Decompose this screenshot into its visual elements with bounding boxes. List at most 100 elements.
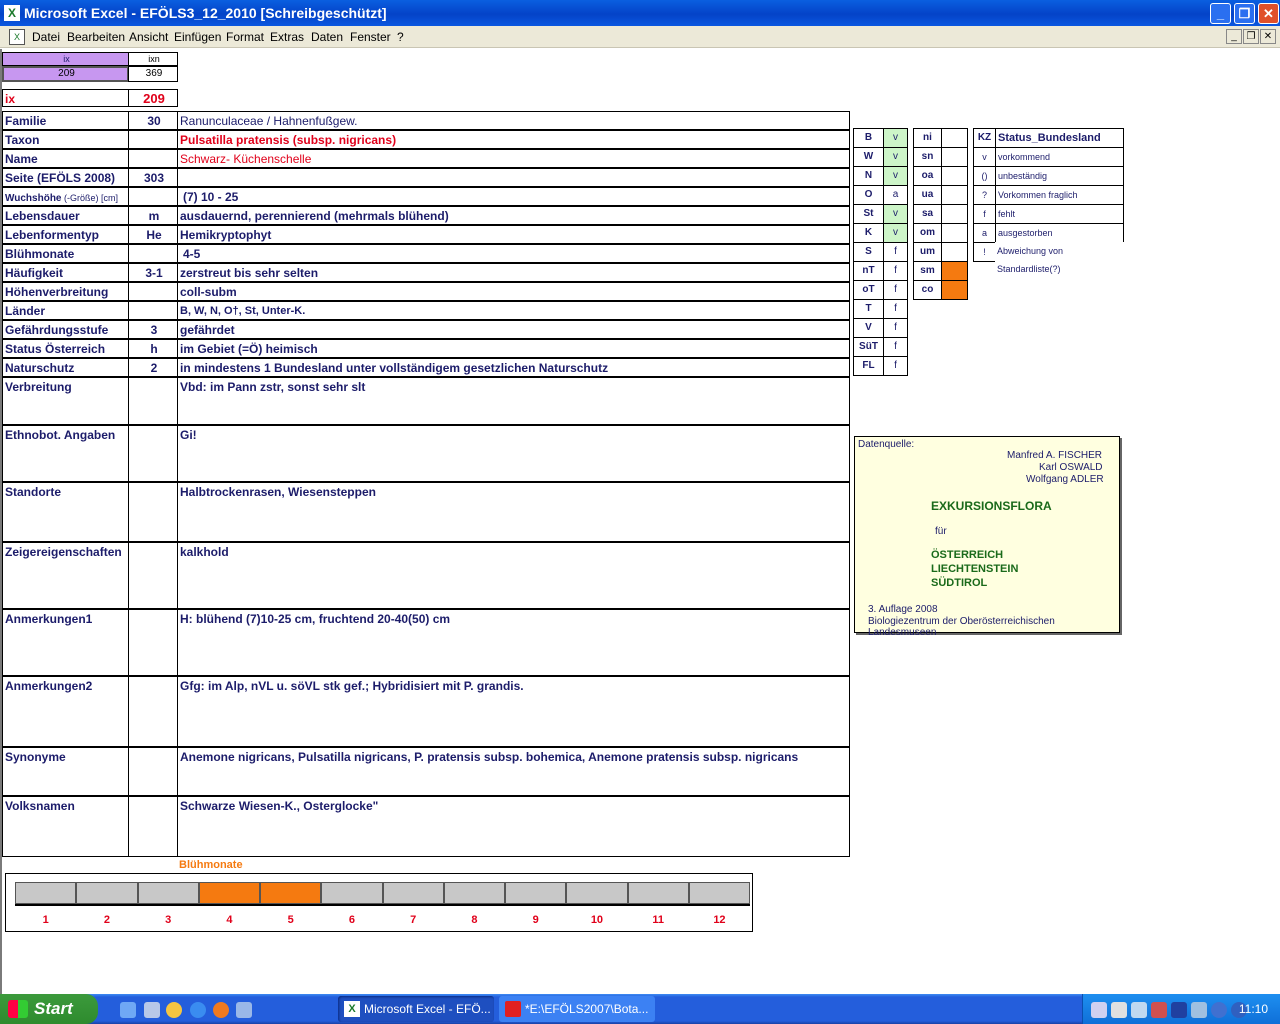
field-code [128, 282, 178, 301]
legend-kz: a [973, 223, 996, 243]
menu-ansicht[interactable]: Ansicht [129, 26, 168, 48]
doc-minimize-button[interactable]: _ [1226, 29, 1242, 44]
field-value [177, 168, 850, 187]
security-icon[interactable] [1151, 1002, 1167, 1018]
taskbar-item-explorer[interactable]: *E:\EFÖLS2007\Bota... [499, 996, 655, 1022]
author-3: Wolfgang ADLER [1026, 474, 1104, 485]
field-label: Anmerkungen2 [2, 676, 129, 747]
legend-kz: f [973, 204, 996, 224]
field-label-text: Anmerkungen1 [5, 612, 93, 626]
for-label: für [935, 526, 947, 537]
field-label: Höhenverbreitung [2, 282, 129, 301]
media-player-icon[interactable] [166, 1002, 182, 1018]
region-2: LIECHTENSTEIN [931, 563, 1019, 575]
state-code: S [853, 242, 884, 262]
menu-daten[interactable]: Daten [311, 26, 343, 48]
legend-text: vorkommend [995, 147, 1124, 167]
field-code: 3-1 [128, 263, 178, 282]
doc-close-button[interactable]: ✕ [1260, 29, 1276, 44]
menu-fenster[interactable]: Fenster [350, 26, 391, 48]
altitude-code: ni [913, 128, 942, 148]
field-label: Wuchshöhe (-Größe) [cm] [2, 187, 129, 206]
field-code [128, 676, 178, 747]
legend-kz-header: KZ [973, 128, 996, 148]
bloom-month-label: 11 [652, 914, 664, 926]
restore-button[interactable]: ❐ [1234, 3, 1255, 24]
field-label: Synonyme [2, 747, 129, 796]
state-status: v [883, 128, 908, 148]
bloom-title: Blühmonate [179, 859, 243, 871]
bloom-bar-month [15, 882, 77, 904]
field-label: Anmerkungen1 [2, 609, 129, 676]
field-code: 2 [128, 358, 178, 377]
taskbar: Start X Microsoft Excel - EFÖ... *E:\EFÖL… [0, 994, 1280, 1024]
altitude-marker [941, 204, 968, 224]
field-label: Verbreitung [2, 377, 129, 425]
shield-icon[interactable] [1171, 1002, 1187, 1018]
field-value: kalkhold [177, 542, 850, 609]
bloom-bar-month [688, 882, 751, 904]
system-tray: 11:10 [1082, 994, 1280, 1024]
field-label-text: Naturschutz [5, 361, 75, 375]
start-button[interactable]: Start [0, 994, 98, 1024]
field-label: Naturschutz [2, 358, 129, 377]
bloom-bar-month [443, 882, 506, 904]
field-label-text: Ethnobot. Angaben [5, 428, 116, 442]
firefox-icon[interactable] [213, 1002, 229, 1018]
menu-datei[interactable]: Datei [32, 26, 60, 48]
ix-label: ix [2, 89, 129, 107]
field-label: Familie [2, 111, 129, 130]
menu-einfuegen[interactable]: Einfügen [174, 26, 221, 48]
field-code: He [128, 225, 178, 244]
field-value: gefährdet [177, 320, 850, 339]
state-status: f [883, 280, 908, 300]
legend-kz: ? [973, 185, 996, 205]
field-value: Pulsatilla pratensis (subsp. nigricans) [177, 130, 850, 149]
volume-icon[interactable] [1111, 1002, 1127, 1018]
field-code [128, 244, 178, 263]
window-title: Microsoft Excel - EFÖLS3_12_2010 [Schrei… [24, 5, 387, 21]
bloom-month-label: 4 [226, 914, 233, 926]
search-tray-icon[interactable] [1131, 1002, 1147, 1018]
field-label-text: Seite (EFÖLS 2008) [5, 171, 116, 185]
info-icon[interactable] [1211, 1002, 1227, 1018]
network-icon[interactable] [1091, 1002, 1107, 1018]
field-label: Zeigereigenschaften [2, 542, 129, 609]
state-code: FL [853, 356, 884, 376]
field-label: Status Österreich [2, 339, 129, 358]
ix-input[interactable]: 209 [2, 66, 129, 82]
menu-extras[interactable]: Extras [270, 26, 304, 48]
altitude-code: sn [913, 147, 942, 167]
field-label: Seite (EFÖLS 2008) [2, 168, 129, 187]
altitude-marker [941, 280, 968, 300]
state-status: f [883, 356, 908, 376]
field-label-text: Gefährdungsstufe [5, 323, 109, 337]
excel-app-icon[interactable]: X [4, 5, 20, 21]
mail-icon[interactable] [236, 1002, 252, 1018]
internet-explorer-icon[interactable] [190, 1002, 206, 1018]
field-value: coll-subm [177, 282, 850, 301]
bloom-bar-month [198, 882, 261, 904]
bloom-bar-month [321, 882, 383, 904]
minimize-button[interactable]: _ [1210, 3, 1231, 24]
close-button[interactable]: ✕ [1258, 3, 1279, 24]
update-icon[interactable] [1191, 1002, 1207, 1018]
state-code: K [853, 223, 884, 243]
taskbar-item-label: *E:\EFÖLS2007\Bota... [525, 1002, 649, 1016]
legend-text: unbeständig [995, 166, 1124, 186]
explorer-icon[interactable] [144, 1002, 160, 1018]
menu-format[interactable]: Format [226, 26, 264, 48]
taskbar-item-excel[interactable]: X Microsoft Excel - EFÖ... [338, 996, 494, 1022]
field-code [128, 425, 178, 482]
menu-help[interactable]: ? [397, 26, 404, 48]
field-label-text: Länder [5, 304, 46, 318]
field-code: h [128, 339, 178, 358]
windows-logo-icon [8, 1000, 28, 1018]
menu-bearbeiten[interactable]: Bearbeiten [67, 26, 125, 48]
menu-bar: X Datei Bearbeiten Ansicht Einfügen Form… [0, 26, 1280, 48]
workbook-icon[interactable]: X [9, 29, 25, 45]
field-label: Name [2, 149, 129, 168]
doc-restore-button[interactable]: ❐ [1243, 29, 1259, 44]
desktop-icon[interactable] [120, 1002, 136, 1018]
state-status: f [883, 318, 908, 338]
